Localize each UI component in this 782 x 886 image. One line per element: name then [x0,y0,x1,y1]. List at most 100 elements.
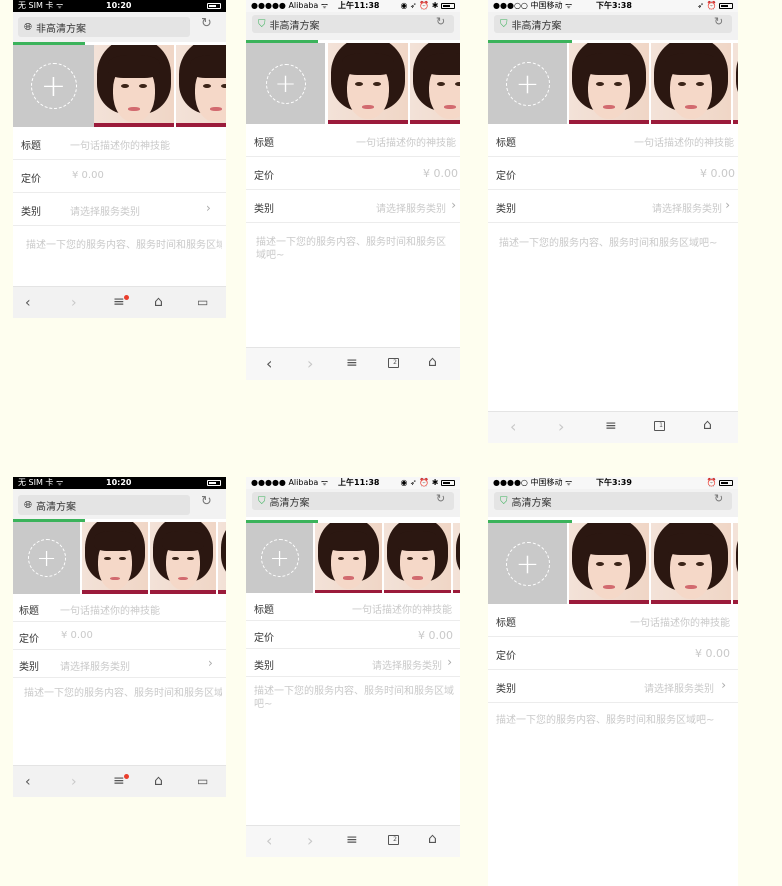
category-row[interactable]: 类别 请选择服务类别 › [246,649,460,677]
photo-thumbnail[interactable] [651,43,731,124]
url-field[interactable]: ⛉ 高清方案 [494,492,732,510]
photo-thumbnail[interactable] [328,43,408,124]
category-row[interactable]: 类别 请选择服务类别 › [246,190,460,223]
price-row[interactable]: 定价 ¥ 0.00 [13,160,226,193]
description-textarea[interactable]: 描述一下您的服务内容、服务时间和服务区域吧~ [254,685,454,711]
title-row[interactable]: 标题 一句话描述你的神技能 [13,127,226,160]
url-field[interactable]: 🌐︎ 非高清方案 [18,17,190,37]
add-photo-button[interactable]: + [246,43,325,124]
category-row[interactable]: 类别 请选择服务类别 › [13,193,226,226]
photo-thumbnail[interactable] [384,523,451,593]
back-icon[interactable]: ‹ [510,417,516,436]
category-row[interactable]: 类别 请选择服务类别 › [13,650,226,678]
title-input[interactable]: 一句话描述你的神技能 [356,134,456,149]
photo-thumbnail[interactable] [218,522,226,594]
title-input[interactable]: 一句话描述你的神技能 [634,134,734,149]
tabs-icon[interactable]: 1 [654,421,665,431]
reload-icon[interactable]: ↻ [714,492,723,505]
price-row[interactable]: 定价 ¥ 0.00 [246,157,460,190]
tabs-icon[interactable]: 2 [388,835,399,845]
menu-icon[interactable]: ≡ [346,355,358,371]
reload-icon[interactable]: ↻ [436,492,445,505]
add-photo-button[interactable]: + [246,523,313,593]
menu-icon[interactable]: ≡ [605,418,617,434]
title-input[interactable]: 一句话描述你的神技能 [60,602,160,617]
title-row[interactable]: 标题 一句话描述你的神技能 [246,593,460,621]
tabs-icon[interactable]: ▭ [197,774,208,788]
reload-icon[interactable]: ↻ [714,15,723,28]
home-icon[interactable]: ⌂ [154,773,163,789]
price-input[interactable]: ¥ 0.00 [72,170,104,181]
category-select[interactable]: 请选择服务类别 [372,657,442,672]
description-textarea[interactable]: 描述一下您的服务内容、服务时间和服务区域吧~ [256,236,452,262]
price-input[interactable]: ¥ 0.00 [700,167,735,180]
price-input[interactable]: ¥ 0.00 [61,630,93,641]
home-icon[interactable]: ⌂ [428,354,437,370]
description-textarea[interactable]: 描述一下您的服务内容、服务时间和服务区域吧~ [24,687,222,701]
price-row[interactable]: 定价 ¥ 0.00 [13,622,226,650]
category-select[interactable]: 请选择服务类别 [652,200,722,215]
back-icon[interactable]: ‹ [266,831,272,850]
menu-icon[interactable]: ≡ [113,773,125,789]
forward-icon[interactable]: › [558,417,564,436]
reload-icon[interactable]: ↻ [201,16,212,31]
title-row[interactable]: 标题 一句话描述你的神技能 [13,594,226,622]
title-input[interactable]: 一句话描述你的神技能 [630,614,730,629]
price-input[interactable]: ¥ 0.00 [695,647,730,660]
category-row[interactable]: 类别 请选择服务类别 › [488,190,738,223]
back-icon[interactable]: ‹ [266,354,272,373]
photo-thumbnail[interactable] [453,523,460,593]
forward-icon[interactable]: › [307,831,313,850]
tabs-icon[interactable]: ▭ [197,295,208,309]
title-input[interactable]: 一句话描述你的神技能 [70,137,170,152]
photo-thumbnail[interactable] [733,523,738,604]
photo-thumbnail[interactable] [569,43,649,124]
title-row[interactable]: 标题 一句话描述你的神技能 [246,124,460,157]
title-row[interactable]: 标题 一句话描述你的神技能 [488,604,738,637]
photo-thumbnail[interactable] [410,43,460,124]
home-icon[interactable]: ⌂ [703,417,712,433]
photo-thumbnail[interactable] [176,45,226,127]
back-icon[interactable]: ‹ [25,295,31,311]
description-textarea[interactable]: 描述一下您的服务内容、服务时间和服务区域吧~ [496,714,734,727]
category-select[interactable]: 请选择服务类别 [60,658,130,673]
price-input[interactable]: ¥ 0.00 [423,167,458,180]
category-select[interactable]: 请选择服务类别 [376,200,446,215]
url-field[interactable]: ⛉ 高清方案 [252,492,454,510]
menu-icon[interactable]: ≡ [113,294,125,310]
tabs-icon[interactable]: 2 [388,358,399,368]
photo-thumbnail[interactable] [150,522,216,594]
photo-thumbnail[interactable] [315,523,382,593]
description-textarea[interactable]: 描述一下您的服务内容、服务时间和服务区域吧~ [26,239,222,253]
add-photo-button[interactable]: + [488,43,567,124]
description-textarea[interactable]: 描述一下您的服务内容、服务时间和服务区域吧~ [499,237,735,250]
price-row[interactable]: 定价 ¥ 0.00 [488,637,738,670]
photo-thumbnail[interactable] [651,523,731,604]
reload-icon[interactable]: ↻ [201,494,212,509]
photo-thumbnail[interactable] [94,45,174,127]
forward-icon[interactable]: › [71,774,77,790]
add-photo-button[interactable]: + [13,522,80,594]
url-field[interactable]: ⛉ 非高清方案 [494,15,732,33]
price-row[interactable]: 定价 ¥ 0.00 [488,157,738,190]
price-row[interactable]: 定价 ¥ 0.00 [246,621,460,649]
reload-icon[interactable]: ↻ [436,15,445,28]
back-icon[interactable]: ‹ [25,774,31,790]
home-icon[interactable]: ⌂ [154,294,163,310]
url-field[interactable]: ⛉ 非高清方案 [252,15,454,33]
home-icon[interactable]: ⌂ [428,831,437,847]
forward-icon[interactable]: › [307,354,313,373]
url-field[interactable]: 🌐︎ 高清方案 [18,495,190,515]
photo-thumbnail[interactable] [82,522,148,594]
add-photo-button[interactable]: + [13,45,94,127]
title-input[interactable]: 一句话描述你的神技能 [352,601,452,616]
photo-thumbnail[interactable] [569,523,649,604]
category-row[interactable]: 类别 请选择服务类别 › [488,670,738,703]
menu-icon[interactable]: ≡ [346,832,358,848]
price-input[interactable]: ¥ 0.00 [418,629,453,642]
add-photo-button[interactable]: + [488,523,567,604]
photo-thumbnail[interactable] [733,43,738,124]
category-select[interactable]: 请选择服务类别 [70,203,140,218]
category-select[interactable]: 请选择服务类别 [644,680,714,695]
title-row[interactable]: 标题 一句话描述你的神技能 [488,124,738,157]
